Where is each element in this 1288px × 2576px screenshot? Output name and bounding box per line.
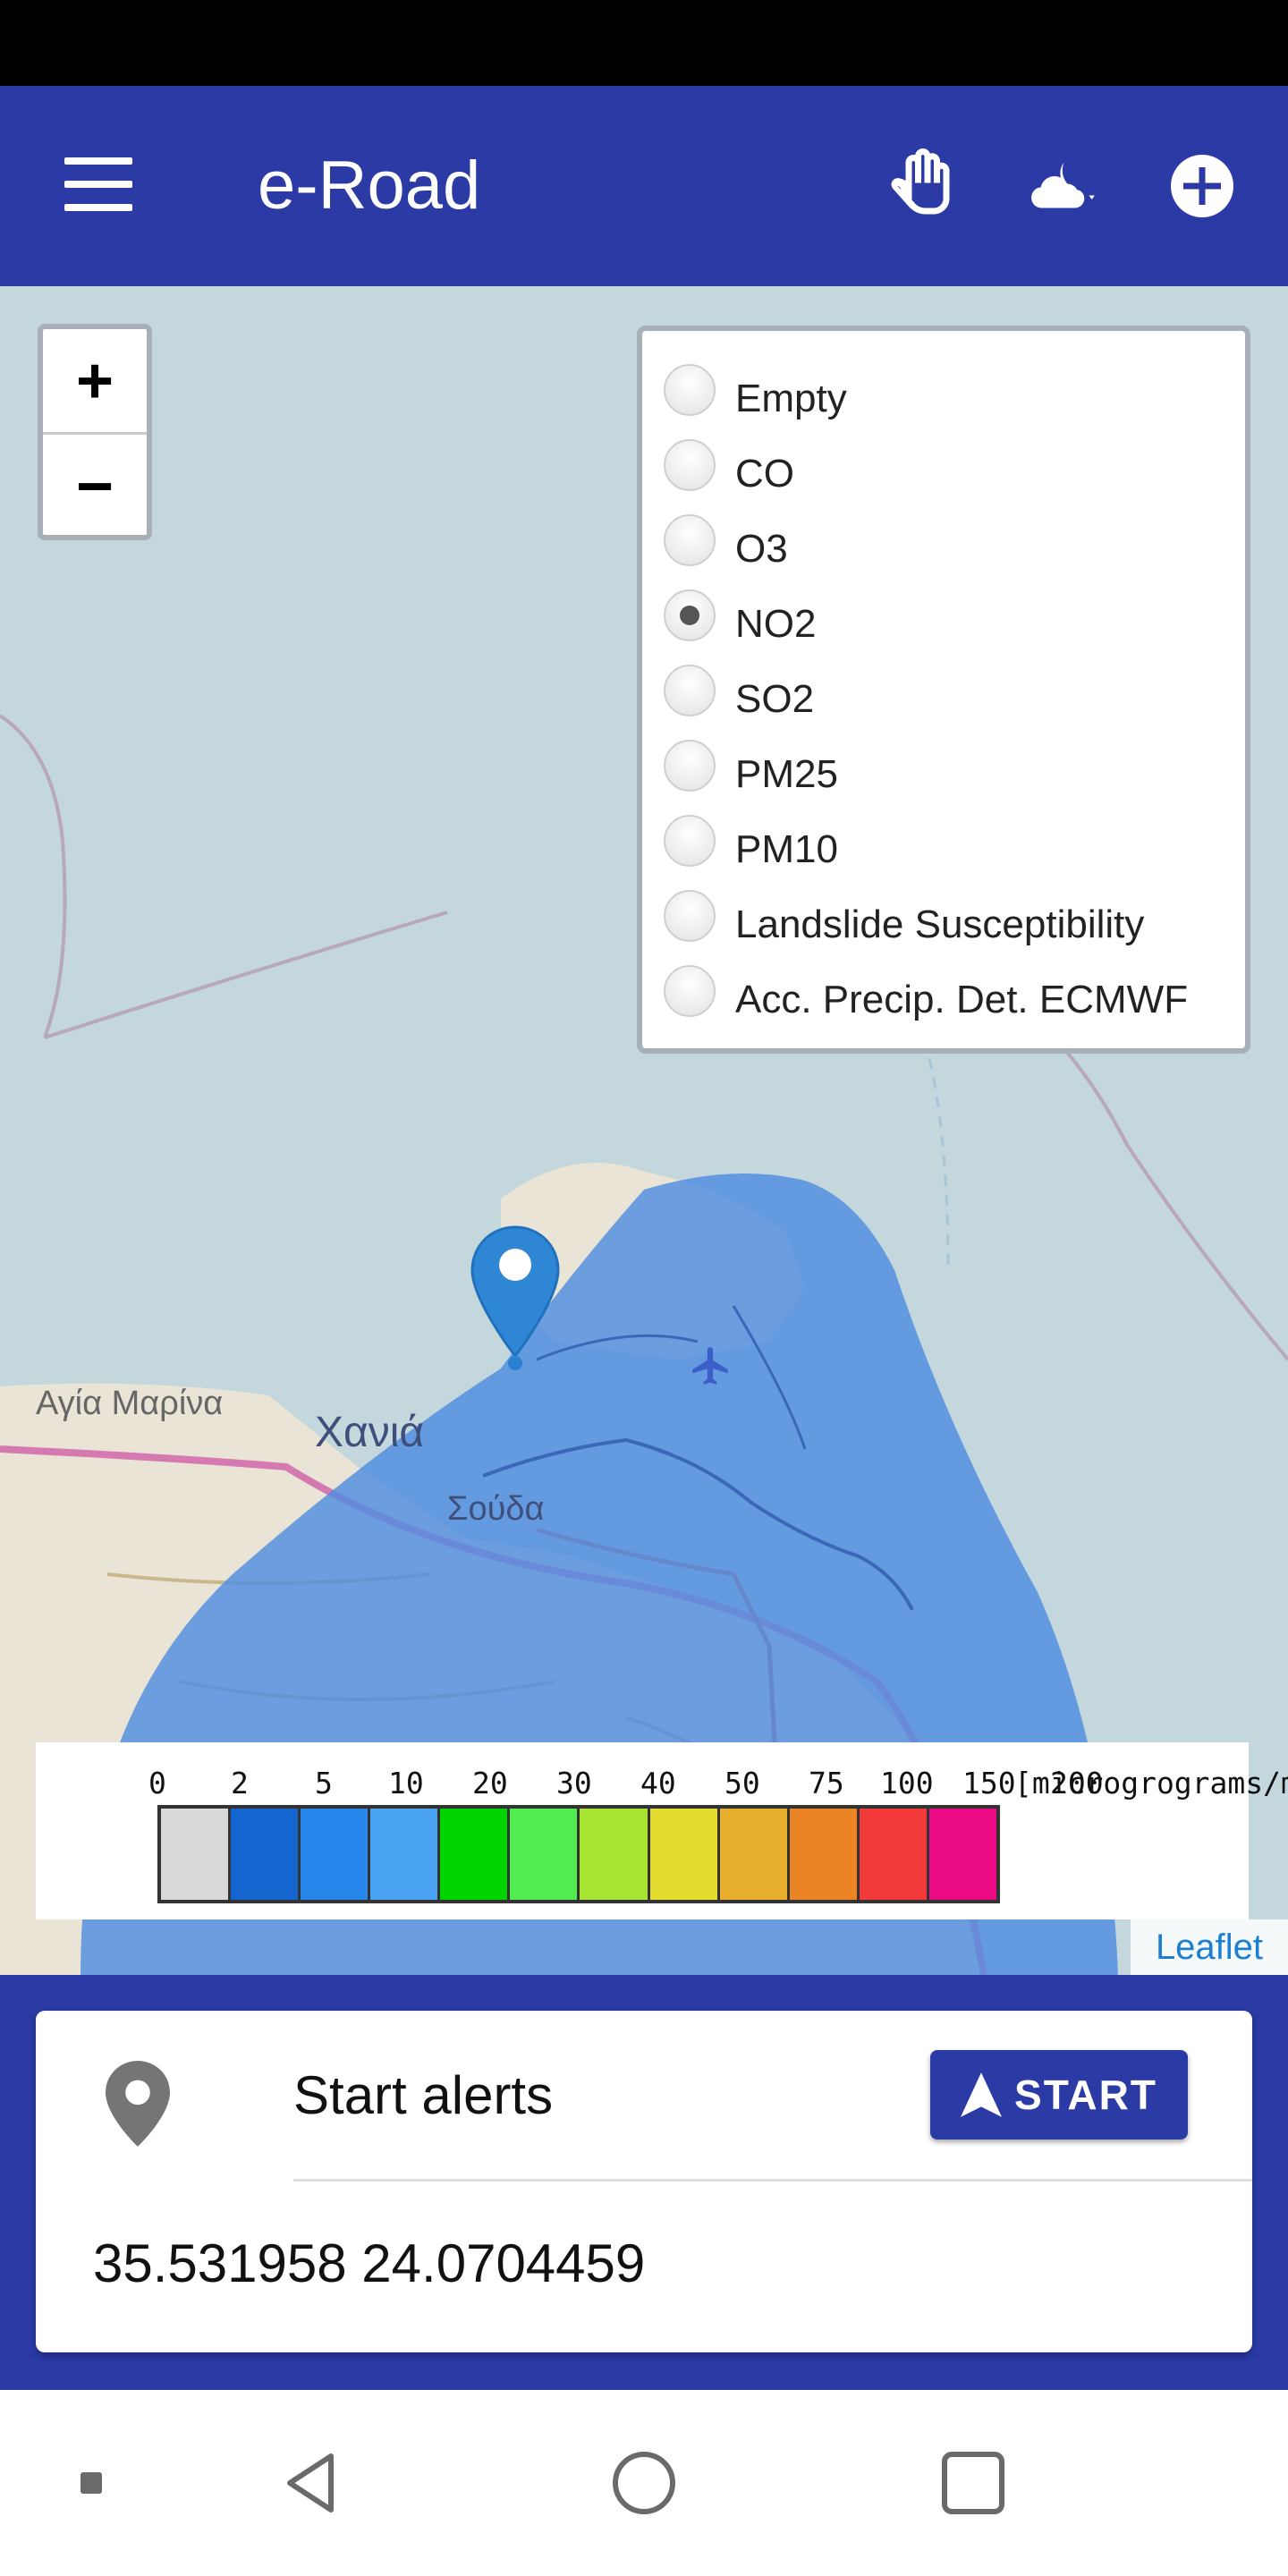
coordinates-text: 35.531958 24.0704459 [93, 2233, 646, 2293]
zoom-in-button[interactable]: + [43, 329, 147, 435]
app-bar: e-Road [0, 86, 1288, 286]
legend-tick: 75 [809, 1766, 844, 1801]
leaflet-attribution-link[interactable]: Leaflet [1131, 1919, 1288, 1975]
map-view[interactable]: Αγία Μαρίνα Χανιά Σούδα + − Empty CO O3 … [0, 286, 1288, 1975]
legend-swatch [440, 1809, 511, 1900]
radio-button[interactable] [664, 439, 716, 491]
start-button[interactable]: START [930, 2050, 1188, 2140]
weather-icon[interactable] [1023, 148, 1098, 224]
place-label-chania: Χανιά [315, 1409, 425, 1456]
legend-swatch [370, 1809, 441, 1900]
recents-icon[interactable] [937, 2447, 1009, 2519]
home-icon[interactable] [608, 2447, 680, 2519]
legend-swatch [301, 1809, 371, 1900]
alert-card: Start alerts START 35.531958 24.0704459 [36, 2011, 1252, 2352]
airplane-icon [692, 1347, 728, 1385]
legend-tick: 150 [962, 1766, 1016, 1801]
legend-swatch [719, 1809, 790, 1900]
radio-button[interactable] [664, 815, 716, 867]
layer-option-no2[interactable]: NO2 [664, 583, 816, 648]
back-icon[interactable] [277, 2447, 349, 2519]
legend-swatch [649, 1809, 720, 1900]
legend-tick: 10 [388, 1766, 424, 1801]
layer-label: PM10 [735, 827, 838, 871]
legend-tick: 30 [556, 1766, 592, 1801]
map-marker-icon[interactable] [469, 1224, 562, 1372]
legend-swatch [510, 1809, 580, 1900]
legend-tick: 20 [472, 1766, 508, 1801]
radio-button[interactable] [664, 514, 716, 566]
start-alerts-label: Start alerts [293, 2065, 554, 2125]
layer-option-landslide[interactable]: Landslide Susceptibility [664, 884, 1144, 948]
start-button-label: START [1014, 2072, 1157, 2118]
radio-button-checked[interactable] [664, 589, 716, 641]
legend-swatch [161, 1809, 232, 1900]
layer-option-co[interactable]: CO [664, 433, 794, 497]
layer-label: CO [735, 452, 794, 496]
layer-label: NO2 [735, 602, 817, 646]
divider [293, 2179, 1252, 2182]
radio-button[interactable] [664, 740, 716, 792]
layer-option-so2[interactable]: SO2 [664, 658, 814, 723]
legend-unit: [microgrograms/m3 [1014, 1766, 1288, 1801]
zoom-out-button[interactable]: − [43, 435, 147, 538]
legend-swatch [789, 1809, 860, 1900]
legend-tick: 5 [315, 1766, 333, 1801]
layer-selector: Empty CO O3 NO2 SO2 PM25 PM10 Landslide … [637, 326, 1250, 1054]
layer-option-o3[interactable]: O3 [664, 508, 788, 572]
add-circle-icon[interactable] [1165, 148, 1240, 224]
legend-color-bar [157, 1805, 1000, 1903]
layer-option-precip[interactable]: Acc. Precip. Det. ECMWF [664, 959, 1188, 1023]
location-pin-icon [106, 2061, 170, 2147]
radio-button[interactable] [664, 965, 716, 1017]
app-title: e-Road [258, 148, 481, 224]
layer-label: O3 [735, 527, 788, 571]
status-bar [0, 0, 1288, 86]
radio-button[interactable] [664, 364, 716, 416]
legend-tick: 40 [640, 1766, 676, 1801]
layer-label: SO2 [735, 677, 815, 721]
legend-tick: 50 [724, 1766, 760, 1801]
legend-swatch [580, 1809, 650, 1900]
legend-swatch [859, 1809, 929, 1900]
menu-icon[interactable] [64, 157, 132, 211]
zoom-control: + − [38, 324, 152, 540]
layer-label: Acc. Precip. Det. ECMWF [735, 978, 1189, 1021]
legend-tick: 0 [148, 1766, 166, 1801]
hand-icon[interactable] [884, 148, 959, 224]
navigation-icon [961, 2072, 1003, 2117]
radio-button[interactable] [664, 890, 716, 942]
layer-option-pm10[interactable]: PM10 [664, 809, 838, 873]
legend-tick: 100 [880, 1766, 934, 1801]
system-nav-bar [0, 2390, 1288, 2576]
radio-button[interactable] [664, 665, 716, 716]
legend-swatch [928, 1809, 996, 1900]
legend-tick: 2 [231, 1766, 249, 1801]
layer-option-empty[interactable]: Empty [664, 358, 847, 422]
layer-label: Empty [735, 377, 847, 420]
layer-label: PM25 [735, 752, 838, 796]
square-dot-icon[interactable] [55, 2447, 127, 2519]
place-label-souda: Σούδα [447, 1490, 545, 1528]
place-label-agia-marina: Αγία Μαρίνα [36, 1385, 224, 1422]
layer-label: Landslide Susceptibility [735, 902, 1145, 946]
layer-option-pm25[interactable]: PM25 [664, 733, 838, 798]
color-legend: 0 2 5 10 20 30 40 50 75 100 150 200 [mic… [36, 1742, 1288, 1919]
legend-swatch [231, 1809, 301, 1900]
